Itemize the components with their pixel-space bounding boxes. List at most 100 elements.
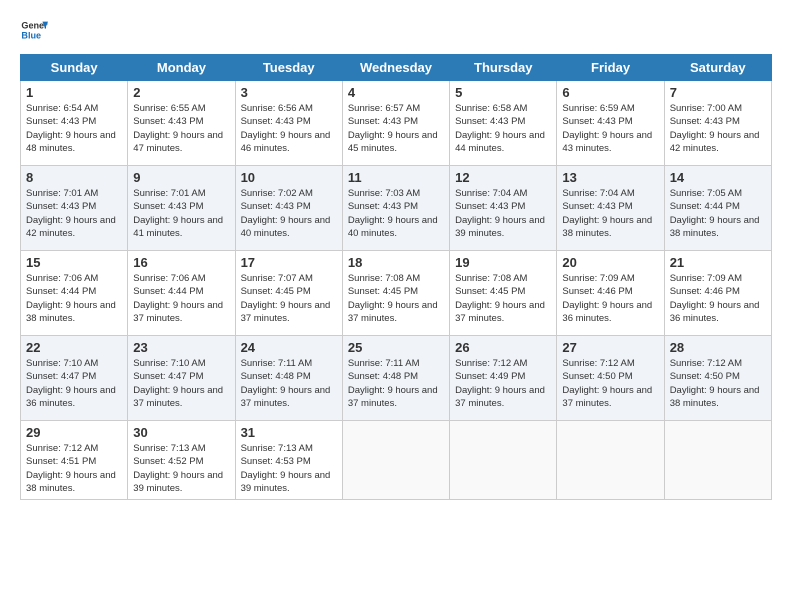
day-number: 9 — [133, 170, 229, 185]
day-info: Sunrise: 7:13 AMSunset: 4:53 PMDaylight:… — [241, 442, 337, 495]
calendar-cell: 10Sunrise: 7:02 AMSunset: 4:43 PMDayligh… — [235, 166, 342, 251]
day-info: Sunrise: 7:12 AMSunset: 4:51 PMDaylight:… — [26, 442, 122, 495]
calendar-cell: 21 Sunrise: 7:09 AMSunset: 4:46 PMDayligh… — [664, 251, 771, 336]
day-number: 24 — [241, 340, 337, 355]
day-number: 4 — [348, 85, 444, 100]
day-number: 3 — [241, 85, 337, 100]
day-number: 18 — [348, 255, 444, 270]
day-info: Sunrise: 6:54 AMSunset: 4:43 PMDaylight:… — [26, 102, 122, 155]
column-header-tuesday: Tuesday — [235, 55, 342, 81]
day-info: Sunrise: 7:11 AMSunset: 4:48 PMDaylight:… — [348, 357, 444, 410]
day-info: Sunrise: 7:11 AMSunset: 4:48 PMDaylight:… — [241, 357, 337, 410]
calendar-cell: 1 Sunrise: 6:54 AMSunset: 4:43 PMDaylight… — [21, 81, 128, 166]
day-info: Sunrise: 7:06 AMSunset: 4:44 PMDaylight:… — [26, 272, 122, 325]
calendar-cell — [557, 421, 664, 500]
calendar-cell: 14Sunrise: 7:05 AMSunset: 4:44 PMDayligh… — [664, 166, 771, 251]
svg-text:Blue: Blue — [21, 30, 41, 40]
calendar-cell: 17 Sunrise: 7:07 AMSunset: 4:45 PMDayligh… — [235, 251, 342, 336]
calendar-cell: 4 Sunrise: 6:57 AMSunset: 4:43 PMDaylight… — [342, 81, 449, 166]
calendar-row-0: 1 Sunrise: 6:54 AMSunset: 4:43 PMDaylight… — [21, 81, 772, 166]
day-info: Sunrise: 7:00 AMSunset: 4:43 PMDaylight:… — [670, 102, 766, 155]
calendar-cell: 28Sunrise: 7:12 AMSunset: 4:50 PMDayligh… — [664, 336, 771, 421]
day-number: 20 — [562, 255, 658, 270]
calendar-cell: 20 Sunrise: 7:09 AMSunset: 4:46 PMDayligh… — [557, 251, 664, 336]
calendar-cell: 13 Sunrise: 7:04 AMSunset: 4:43 PMDayligh… — [557, 166, 664, 251]
day-number: 8 — [26, 170, 122, 185]
column-header-saturday: Saturday — [664, 55, 771, 81]
day-info: Sunrise: 7:04 AMSunset: 4:43 PMDaylight:… — [562, 187, 658, 240]
day-number: 2 — [133, 85, 229, 100]
day-info: Sunrise: 6:57 AMSunset: 4:43 PMDaylight:… — [348, 102, 444, 155]
page-header: General Blue — [20, 16, 772, 44]
calendar-body: 1 Sunrise: 6:54 AMSunset: 4:43 PMDaylight… — [21, 81, 772, 500]
day-number: 17 — [241, 255, 337, 270]
day-info: Sunrise: 7:08 AMSunset: 4:45 PMDaylight:… — [348, 272, 444, 325]
calendar-cell: 7 Sunrise: 7:00 AMSunset: 4:43 PMDaylight… — [664, 81, 771, 166]
calendar-cell: 11 Sunrise: 7:03 AMSunset: 4:43 PMDayligh… — [342, 166, 449, 251]
calendar-row-1: 8 Sunrise: 7:01 AMSunset: 4:43 PMDaylight… — [21, 166, 772, 251]
day-info: Sunrise: 6:56 AMSunset: 4:43 PMDaylight:… — [241, 102, 337, 155]
calendar-cell: 5Sunrise: 6:58 AMSunset: 4:43 PMDaylight… — [450, 81, 557, 166]
calendar-cell: 19Sunrise: 7:08 AMSunset: 4:45 PMDayligh… — [450, 251, 557, 336]
day-info: Sunrise: 7:02 AMSunset: 4:43 PMDaylight:… — [241, 187, 337, 240]
calendar-cell: 16 Sunrise: 7:06 AMSunset: 4:44 PMDayligh… — [128, 251, 235, 336]
calendar-cell: 18 Sunrise: 7:08 AMSunset: 4:45 PMDayligh… — [342, 251, 449, 336]
day-number: 25 — [348, 340, 444, 355]
column-header-monday: Monday — [128, 55, 235, 81]
calendar-cell: 3 Sunrise: 6:56 AMSunset: 4:43 PMDaylight… — [235, 81, 342, 166]
calendar-row-3: 22 Sunrise: 7:10 AMSunset: 4:47 PMDayligh… — [21, 336, 772, 421]
logo: General Blue — [20, 16, 48, 44]
day-info: Sunrise: 7:05 AMSunset: 4:44 PMDaylight:… — [670, 187, 766, 240]
calendar-cell: 26 Sunrise: 7:12 AMSunset: 4:49 PMDayligh… — [450, 336, 557, 421]
day-number: 29 — [26, 425, 122, 440]
day-number: 28 — [670, 340, 766, 355]
day-info: Sunrise: 7:13 AMSunset: 4:52 PMDaylight:… — [133, 442, 229, 495]
day-number: 11 — [348, 170, 444, 185]
day-info: Sunrise: 7:01 AMSunset: 4:43 PMDaylight:… — [133, 187, 229, 240]
calendar-cell: 24 Sunrise: 7:11 AMSunset: 4:48 PMDayligh… — [235, 336, 342, 421]
day-number: 15 — [26, 255, 122, 270]
calendar-cell: 6Sunrise: 6:59 AMSunset: 4:43 PMDaylight… — [557, 81, 664, 166]
day-info: Sunrise: 7:09 AMSunset: 4:46 PMDaylight:… — [670, 272, 766, 325]
calendar-cell: 15 Sunrise: 7:06 AMSunset: 4:44 PMDayligh… — [21, 251, 128, 336]
day-number: 30 — [133, 425, 229, 440]
day-number: 5 — [455, 85, 551, 100]
calendar-cell: 12Sunrise: 7:04 AMSunset: 4:43 PMDayligh… — [450, 166, 557, 251]
day-number: 13 — [562, 170, 658, 185]
calendar-table: SundayMondayTuesdayWednesdayThursdayFrid… — [20, 54, 772, 500]
day-info: Sunrise: 7:07 AMSunset: 4:45 PMDaylight:… — [241, 272, 337, 325]
calendar-row-2: 15 Sunrise: 7:06 AMSunset: 4:44 PMDayligh… — [21, 251, 772, 336]
day-number: 12 — [455, 170, 551, 185]
day-number: 21 — [670, 255, 766, 270]
day-info: Sunrise: 7:06 AMSunset: 4:44 PMDaylight:… — [133, 272, 229, 325]
calendar-cell — [664, 421, 771, 500]
day-info: Sunrise: 7:09 AMSunset: 4:46 PMDaylight:… — [562, 272, 658, 325]
calendar-cell: 8 Sunrise: 7:01 AMSunset: 4:43 PMDaylight… — [21, 166, 128, 251]
calendar-cell: 31 Sunrise: 7:13 AMSunset: 4:53 PMDayligh… — [235, 421, 342, 500]
calendar-cell: 25 Sunrise: 7:11 AMSunset: 4:48 PMDayligh… — [342, 336, 449, 421]
calendar-cell: 23 Sunrise: 7:10 AMSunset: 4:47 PMDayligh… — [128, 336, 235, 421]
logo-icon: General Blue — [20, 16, 48, 44]
calendar-cell — [450, 421, 557, 500]
calendar-cell: 27Sunrise: 7:12 AMSunset: 4:50 PMDayligh… — [557, 336, 664, 421]
day-info: Sunrise: 6:55 AMSunset: 4:43 PMDaylight:… — [133, 102, 229, 155]
day-number: 19 — [455, 255, 551, 270]
day-info: Sunrise: 7:03 AMSunset: 4:43 PMDaylight:… — [348, 187, 444, 240]
day-number: 6 — [562, 85, 658, 100]
day-info: Sunrise: 7:01 AMSunset: 4:43 PMDaylight:… — [26, 187, 122, 240]
day-info: Sunrise: 7:12 AMSunset: 4:49 PMDaylight:… — [455, 357, 551, 410]
day-number: 1 — [26, 85, 122, 100]
day-number: 26 — [455, 340, 551, 355]
day-number: 22 — [26, 340, 122, 355]
day-number: 16 — [133, 255, 229, 270]
column-header-wednesday: Wednesday — [342, 55, 449, 81]
calendar-cell — [342, 421, 449, 500]
calendar-cell: 29 Sunrise: 7:12 AMSunset: 4:51 PMDayligh… — [21, 421, 128, 500]
calendar-cell: 30 Sunrise: 7:13 AMSunset: 4:52 PMDayligh… — [128, 421, 235, 500]
day-number: 7 — [670, 85, 766, 100]
calendar-cell: 2 Sunrise: 6:55 AMSunset: 4:43 PMDaylight… — [128, 81, 235, 166]
day-number: 23 — [133, 340, 229, 355]
calendar-row-4: 29 Sunrise: 7:12 AMSunset: 4:51 PMDayligh… — [21, 421, 772, 500]
day-number: 31 — [241, 425, 337, 440]
day-info: Sunrise: 7:10 AMSunset: 4:47 PMDaylight:… — [133, 357, 229, 410]
